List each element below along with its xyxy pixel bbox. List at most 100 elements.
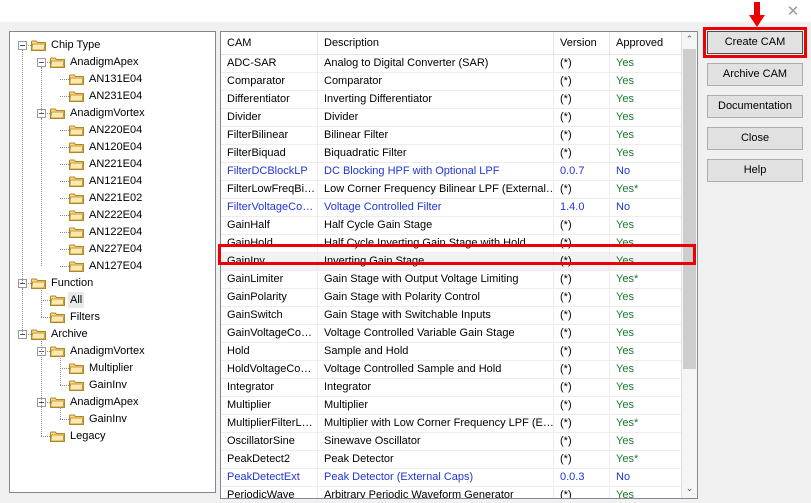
folder-icon bbox=[69, 192, 85, 205]
cell-version: 0.0.3 bbox=[554, 469, 610, 486]
help-button[interactable]: Help bbox=[707, 159, 803, 182]
tree-connector bbox=[41, 317, 50, 319]
table-row[interactable]: GainHalf Half Cycle Gain Stage (*) Yes bbox=[221, 217, 697, 235]
table-row[interactable]: MultiplierFilterL… Multiplier with Low Co… bbox=[221, 415, 697, 433]
table-row[interactable]: GainPolarity Gain Stage with Polarity Con… bbox=[221, 289, 697, 307]
table-row[interactable]: Hold Sample and Hold (*) Yes bbox=[221, 343, 697, 361]
create-cam-button[interactable]: Create CAM bbox=[707, 31, 803, 54]
cell-approved: Yes bbox=[610, 235, 682, 252]
cell-description: Comparator bbox=[318, 73, 554, 90]
folder-icon bbox=[69, 413, 85, 426]
cell-version: (*) bbox=[554, 433, 610, 450]
cell-description: Inverting Differentiator bbox=[318, 91, 554, 108]
table-row[interactable]: Differentiator Inverting Differentiator (*… bbox=[221, 91, 697, 109]
table-row[interactable]: FilterBilinear Bilinear Filter (*) Yes bbox=[221, 127, 697, 145]
table-row[interactable]: Comparator Comparator (*) Yes bbox=[221, 73, 697, 91]
cell-version: (*) bbox=[554, 109, 610, 126]
folder-icon bbox=[69, 141, 85, 154]
folder-icon bbox=[69, 158, 85, 171]
cell-description: Half Cycle Gain Stage bbox=[318, 217, 554, 234]
table-row[interactable]: FilterDCBlockLP DC Blocking HPF with Opti… bbox=[221, 163, 697, 181]
table-row[interactable]: PeakDetectExt Peak Detector (External Cap… bbox=[221, 469, 697, 487]
folder-icon bbox=[69, 73, 85, 86]
table-row[interactable]: GainSwitch Gain Stage with Switchable Inp… bbox=[221, 307, 697, 325]
table-row[interactable]: FilterLowFreqBi… Low Corner Frequency Bil… bbox=[221, 181, 697, 199]
table-row[interactable]: OscillatorSine Sinewave Oscillator (*) Yes bbox=[221, 433, 697, 451]
table-row[interactable]: HoldVoltageCo… Voltage Controlled Sample … bbox=[221, 361, 697, 379]
cell-version: 1.4.0 bbox=[554, 199, 610, 216]
cell-cam: ADC-SAR bbox=[221, 55, 318, 72]
tree-item-label: All bbox=[68, 292, 85, 308]
cell-description: Gain Stage with Output Voltage Limiting bbox=[318, 271, 554, 288]
cell-description: Sinewave Oscillator bbox=[318, 433, 554, 450]
cell-cam: Differentiator bbox=[221, 91, 318, 108]
table-row[interactable]: Integrator Integrator (*) Yes bbox=[221, 379, 697, 397]
tree-connector bbox=[60, 249, 69, 251]
scrollbar-thumb[interactable] bbox=[683, 49, 696, 369]
cell-approved: No bbox=[610, 199, 682, 216]
tree-guide-line bbox=[41, 288, 43, 317]
tree-connector bbox=[60, 215, 69, 217]
cell-description: Sample and Hold bbox=[318, 343, 554, 360]
table-row[interactable]: FilterBiquad Biquadratic Filter (*) Yes bbox=[221, 145, 697, 163]
list-vertical-scrollbar[interactable]: ⌃ ⌄ bbox=[681, 32, 697, 498]
scroll-up-icon[interactable]: ⌃ bbox=[682, 32, 697, 49]
folder-icon bbox=[50, 430, 66, 443]
cell-cam: GainVoltageCo… bbox=[221, 325, 318, 342]
cell-description: Integrator bbox=[318, 379, 554, 396]
folder-icon bbox=[69, 226, 85, 239]
tree-guide-line bbox=[60, 407, 62, 419]
tree-item-chip-type[interactable]: Chip Type bbox=[10, 37, 215, 54]
dialog-button-column: Create CAM Archive CAM Documentation Close H… bbox=[707, 31, 803, 191]
close-icon[interactable]: ✕ bbox=[783, 2, 803, 20]
cell-approved: Yes bbox=[610, 433, 682, 450]
cell-version: 0.0.7 bbox=[554, 163, 610, 180]
tree-item-label: AN122E04 bbox=[89, 226, 143, 238]
cell-cam: GainInv bbox=[221, 253, 318, 270]
documentation-button[interactable]: Documentation bbox=[707, 95, 803, 118]
tree-connector bbox=[60, 96, 69, 98]
table-row[interactable]: ADC-SAR Analog to Digital Converter (SAR)… bbox=[221, 55, 697, 73]
tree-item-label: AnadigmApex bbox=[70, 56, 139, 68]
table-row[interactable]: Divider Divider (*) Yes bbox=[221, 109, 697, 127]
table-row[interactable]: PeakDetect2 Peak Detector (*) Yes* bbox=[221, 451, 697, 469]
chip-function-tree[interactable]: Chip Type AnadigmApex AN131E04 AN231E04 Anad… bbox=[9, 31, 216, 493]
close-button[interactable]: Close bbox=[707, 127, 803, 150]
cell-approved: Yes bbox=[610, 307, 682, 324]
list-header-row: CAM Description Version Approved bbox=[221, 32, 697, 55]
column-header-description[interactable]: Description bbox=[318, 32, 554, 54]
tree-expander-icon[interactable] bbox=[37, 58, 46, 67]
table-row[interactable]: GainInv Inverting Gain Stage (*) Yes bbox=[221, 253, 697, 271]
tree-expander-icon[interactable] bbox=[18, 41, 27, 50]
column-header-cam[interactable]: CAM bbox=[221, 32, 318, 54]
table-row[interactable]: PeriodicWave Arbitrary Periodic Waveform … bbox=[221, 487, 697, 498]
table-row[interactable]: GainHold Half Cycle Inverting Gain Stage … bbox=[221, 235, 697, 253]
cell-cam: GainSwitch bbox=[221, 307, 318, 324]
cell-cam: GainHalf bbox=[221, 217, 318, 234]
folder-icon bbox=[31, 328, 47, 341]
cell-description: Multiplier with Low Corner Frequency LPF… bbox=[318, 415, 554, 432]
cell-cam: Divider bbox=[221, 109, 318, 126]
table-row[interactable]: GainVoltageCo… Voltage Controlled Variabl… bbox=[221, 325, 697, 343]
window-title-strip: ✕ bbox=[0, 0, 811, 22]
cell-description: Peak Detector (External Caps) bbox=[318, 469, 554, 486]
tree-guide-line bbox=[22, 50, 24, 283]
tree-connector bbox=[60, 147, 69, 149]
cell-cam: FilterVoltageCo… bbox=[221, 199, 318, 216]
table-row[interactable]: FilterVoltageCo… Voltage Controlled Filte… bbox=[221, 199, 697, 217]
cell-version: (*) bbox=[554, 343, 610, 360]
folder-icon bbox=[50, 56, 66, 69]
cell-description: Half Cycle Inverting Gain Stage with Hol… bbox=[318, 235, 554, 252]
column-header-approved[interactable]: Approved bbox=[610, 32, 682, 54]
table-row[interactable]: Multiplier Multiplier (*) Yes bbox=[221, 397, 697, 415]
scroll-down-icon[interactable]: ⌄ bbox=[682, 481, 697, 498]
cell-version: (*) bbox=[554, 235, 610, 252]
tree-item-label: AN120E04 bbox=[89, 141, 143, 153]
tree-connector bbox=[60, 181, 69, 183]
archive-cam-button[interactable]: Archive CAM bbox=[707, 63, 803, 86]
cell-version: (*) bbox=[554, 127, 610, 144]
cam-list-view[interactable]: CAM Description Version Approved ADC-SAR Ana… bbox=[220, 31, 698, 499]
table-row[interactable]: GainLimiter Gain Stage with Output Voltag… bbox=[221, 271, 697, 289]
column-header-version[interactable]: Version bbox=[554, 32, 610, 54]
cell-description: Biquadratic Filter bbox=[318, 145, 554, 162]
